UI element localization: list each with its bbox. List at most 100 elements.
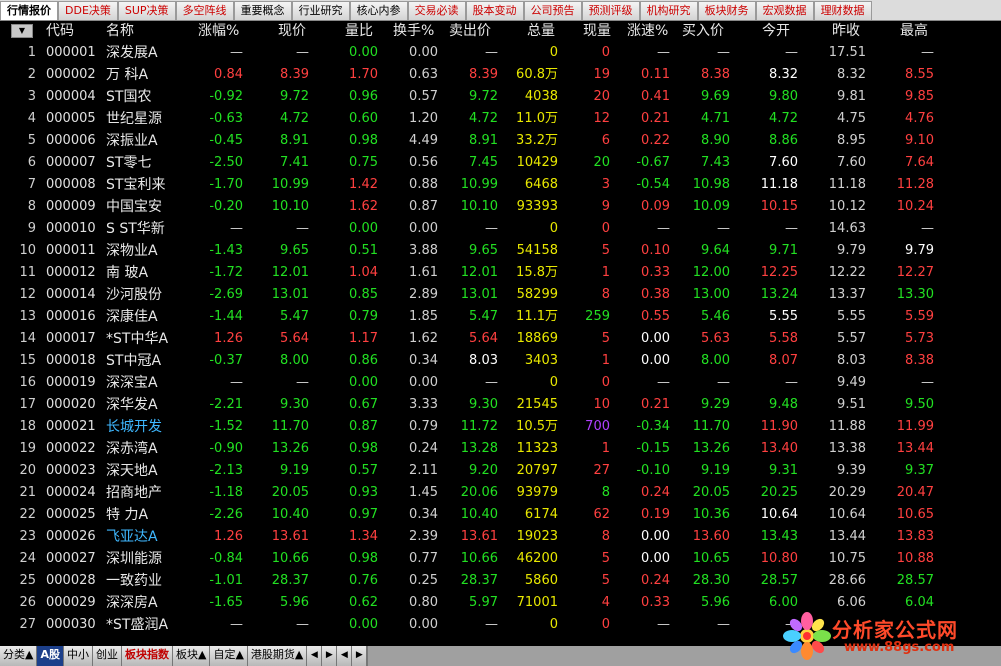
stock-name[interactable]: 沙河股份 <box>106 284 162 306</box>
table-row[interactable]: 13 000016 深康佳A -1.44 5.47 0.79 1.85 5.47 11.1万 25… <box>0 306 1001 328</box>
stock-name[interactable]: 一致药业 <box>106 570 162 592</box>
stock-name[interactable]: *ST中华A <box>106 328 168 350</box>
cell-price: 20.05 <box>271 485 309 500</box>
bottom-tab-5[interactable]: 板块指数 <box>121 646 173 666</box>
scroll-left-icon[interactable]: ◀ <box>337 646 353 666</box>
stock-name[interactable]: 飞亚达A <box>106 526 158 548</box>
table-row[interactable]: 14 000017 *ST中华A 1.26 5.64 1.17 1.62 5.64 18869 5… <box>0 328 1001 350</box>
scroll-right-icon[interactable]: ▶ <box>322 646 338 666</box>
table-row[interactable]: 17 000020 深华发A -2.21 9.30 0.67 3.33 9.30 21545 10… <box>0 394 1001 416</box>
col-header-13[interactable]: 昨收 <box>832 20 860 42</box>
stock-name[interactable]: 深康佳A <box>106 306 158 328</box>
col-header-4[interactable]: 现价 <box>278 20 306 42</box>
table-row[interactable]: 22 000025 特 力A -2.26 10.40 0.97 0.34 10.40 6174 6… <box>0 504 1001 526</box>
table-row[interactable]: 12 000014 沙河股份 -2.69 13.01 0.85 2.89 13.01 58299… <box>0 284 1001 306</box>
col-header-2[interactable]: 名称 <box>106 20 134 42</box>
stock-name[interactable]: 万 科A <box>106 64 148 86</box>
col-header-8[interactable]: 总量 <box>527 20 555 42</box>
col-header-3[interactable]: 涨幅% <box>198 20 239 42</box>
scroll-right-icon[interactable]: ▶ <box>352 646 368 666</box>
bottom-tab-6[interactable]: 板块▲ <box>172 646 211 666</box>
bottom-tab-7[interactable]: 自定▲ <box>210 646 248 666</box>
col-header-10[interactable]: 涨速% <box>627 20 668 42</box>
col-header-7[interactable]: 卖出价 <box>449 20 491 42</box>
table-row[interactable]: 7 000008 ST宝利来 -1.70 10.99 1.42 0.88 10.99 6468 3… <box>0 174 1001 196</box>
table-row[interactable]: 23 000026 飞亚达A 1.26 13.61 1.34 2.39 13.61 19023 8… <box>0 526 1001 548</box>
col-header-14[interactable]: 最高 <box>900 20 928 42</box>
stock-name[interactable]: ST零七 <box>106 152 151 174</box>
tab-13[interactable]: 板块财务 <box>697 1 756 20</box>
stock-name[interactable]: 深振业A <box>106 130 158 152</box>
stock-name[interactable]: 深深房A <box>106 592 158 614</box>
bottom-tab-1[interactable]: 分类▲ <box>0 646 38 666</box>
tab-10[interactable]: 公司预告 <box>523 1 582 20</box>
table-row[interactable]: 9 000010 S ST华新 — —0.00 0.00—0 0— — —14.63— <box>0 218 1001 240</box>
table-row[interactable]: 16 000019 深深宝A — —0.00 0.00—0 0— — —9.49— <box>0 372 1001 394</box>
table-row[interactable]: 5 000006 深振业A -0.45 8.91 0.98 4.49 8.91 33.2万 6 0.… <box>0 130 1001 152</box>
tab-2[interactable]: DDE决策 <box>58 1 118 20</box>
tab-1[interactable]: 行情报价 <box>0 1 58 20</box>
tab-14[interactable]: 宏观数据 <box>755 1 814 20</box>
tab-12[interactable]: 机构研究 <box>639 1 698 20</box>
column-menu-button[interactable]: ▼ <box>11 24 33 38</box>
table-row[interactable]: 4 000005 世纪星源 -0.63 4.72 0.60 1.20 4.72 11.0万 12 0… <box>0 108 1001 130</box>
stock-name[interactable]: 深发展A <box>106 42 158 64</box>
table-row[interactable]: 3 000004 ST国农 -0.92 9.72 0.96 0.57 9.72 4038 20 0.… <box>0 86 1001 108</box>
tab-11[interactable]: 预测评级 <box>581 1 640 20</box>
table-row[interactable]: 21 000024 招商地产 -1.18 20.05 0.93 1.45 20.06 93979… <box>0 482 1001 504</box>
col-header-5[interactable]: 量比 <box>345 20 373 42</box>
table-row[interactable]: 2 000002 万 科A 0.84 8.39 1.70 0.63 8.39 60.8万 19 0.… <box>0 64 1001 86</box>
stock-name[interactable]: 中国宝安 <box>106 196 162 218</box>
stock-name[interactable]: S ST华新 <box>106 218 165 240</box>
col-header-12[interactable]: 今开 <box>762 20 790 42</box>
scroll-left-icon[interactable]: ◀ <box>307 646 323 666</box>
stock-name[interactable]: *ST盛润A <box>106 614 168 636</box>
stock-name[interactable]: 长城开发 <box>106 416 162 438</box>
stock-name[interactable]: 南 玻A <box>106 262 148 284</box>
cell-change-pct: 1.26 <box>214 529 243 544</box>
stock-name[interactable]: 深深宝A <box>106 372 158 394</box>
stock-name[interactable]: 深华发A <box>106 394 158 416</box>
table-row[interactable]: 24 000027 深圳能源 -0.84 10.66 0.98 0.77 10.66 46200… <box>0 548 1001 570</box>
tab-7[interactable]: 核心内参 <box>349 1 408 20</box>
stock-name[interactable]: 世纪星源 <box>106 108 162 130</box>
stock-name[interactable]: 深赤湾A <box>106 438 158 460</box>
stock-name[interactable]: 深天地A <box>106 460 158 482</box>
tab-6[interactable]: 行业研究 <box>291 1 350 20</box>
tab-3[interactable]: SUP决策 <box>117 1 176 20</box>
table-row[interactable]: 25 000028 一致药业 -1.01 28.37 0.76 0.25 28.37 5860 5… <box>0 570 1001 592</box>
col-header-11[interactable]: 买入价 <box>682 20 724 42</box>
tab-9[interactable]: 股本变动 <box>465 1 524 20</box>
bottom-tab-8[interactable]: 港股期货▲ <box>247 646 308 666</box>
stock-name[interactable]: 深圳能源 <box>106 548 162 570</box>
stock-name[interactable]: ST中冠A <box>106 350 161 372</box>
bottom-tab-4[interactable]: 创业 <box>92 646 122 666</box>
table-row[interactable]: 10 000011 深物业A -1.43 9.65 0.51 3.88 9.65 54158 5 0… <box>0 240 1001 262</box>
table-row[interactable]: 15 000018 ST中冠A -0.37 8.00 0.86 0.34 8.03 3403 1 0… <box>0 350 1001 372</box>
stock-name[interactable]: 特 力A <box>106 504 148 526</box>
row-index: 9 <box>27 221 36 236</box>
tab-4[interactable]: 多空阵线 <box>175 1 234 20</box>
bottom-tab-2[interactable]: A股 <box>37 646 64 666</box>
table-row[interactable]: 8 000009 中国宝安 -0.20 10.10 1.62 0.87 10.10 93393 9… <box>0 196 1001 218</box>
col-header-1[interactable]: 代码 <box>46 20 74 42</box>
stock-name[interactable]: ST国农 <box>106 86 151 108</box>
col-header-9[interactable]: 现量 <box>583 20 611 42</box>
bottom-tab-3[interactable]: 中小 <box>63 646 93 666</box>
stock-code: 000017 <box>46 331 96 346</box>
col-header-6[interactable]: 换手% <box>393 20 434 42</box>
table-row[interactable]: 11 000012 南 玻A -1.72 12.01 1.04 1.61 12.01 15.8万… <box>0 262 1001 284</box>
cell-bid-price: — <box>717 617 730 632</box>
table-row[interactable]: 20 000023 深天地A -2.13 9.19 0.57 2.11 9.20 20797 27… <box>0 460 1001 482</box>
table-row[interactable]: 1 000001 深发展A — —0.00 0.00—0 0— — —17.51— <box>0 42 1001 64</box>
tab-8[interactable]: 交易必读 <box>407 1 466 20</box>
stock-name[interactable]: 深物业A <box>106 240 158 262</box>
tab-5[interactable]: 重要概念 <box>233 1 292 20</box>
cell-bid-price: 4.71 <box>701 111 730 126</box>
stock-name[interactable]: ST宝利来 <box>106 174 165 196</box>
stock-name[interactable]: 招商地产 <box>106 482 162 504</box>
tab-15[interactable]: 理财数据 <box>813 1 872 20</box>
table-row[interactable]: 18 000021 长城开发 -1.52 11.70 0.87 0.79 11.72 10.5万… <box>0 416 1001 438</box>
table-row[interactable]: 19 000022 深赤湾A -0.90 13.26 0.98 0.24 13.28 11323… <box>0 438 1001 460</box>
table-row[interactable]: 6 000007 ST零七 -2.50 7.41 0.75 0.56 7.45 10429 20-… <box>0 152 1001 174</box>
